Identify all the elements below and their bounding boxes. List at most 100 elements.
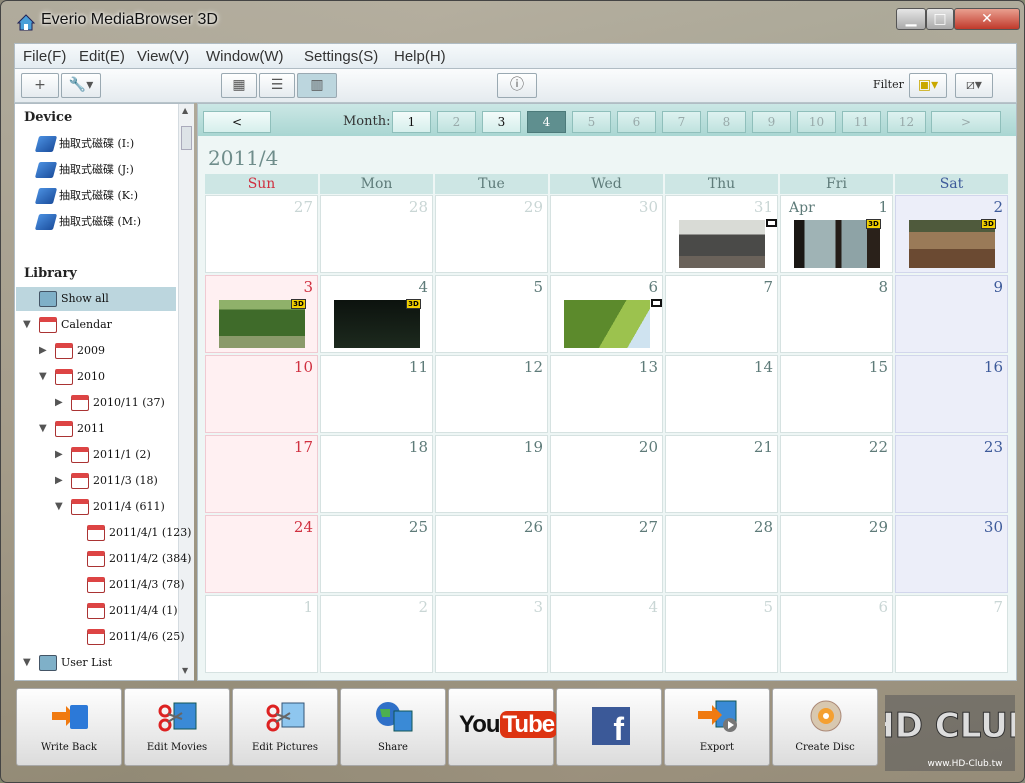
collapse-icon[interactable]: ▼ bbox=[39, 423, 49, 434]
title-bar[interactable]: Everio MediaBrowser 3D ▁ □ ✕ bbox=[1, 1, 1024, 41]
collapse-icon[interactable]: ▼ bbox=[23, 319, 33, 330]
sidebar-item-calendar[interactable]: Calendar bbox=[39, 313, 112, 337]
export-button[interactable]: Export bbox=[664, 688, 770, 766]
add-button[interactable]: + bbox=[21, 73, 59, 98]
edit-pictures-button[interactable]: Edit Pictures bbox=[232, 688, 338, 766]
calendar-day-cell[interactable]: 5 bbox=[665, 595, 778, 673]
next-month-button[interactable]: > bbox=[931, 111, 1001, 133]
calendar-day-cell[interactable]: 6 bbox=[550, 275, 663, 353]
view-grid-button[interactable]: ▦ bbox=[221, 73, 257, 98]
filter-off-button[interactable]: ⧄▾ bbox=[955, 73, 993, 98]
calendar-day-cell[interactable]: 27 bbox=[205, 195, 318, 273]
calendar-day-cell[interactable]: 23 bbox=[895, 435, 1008, 513]
calendar-day-cell[interactable]: 14 bbox=[665, 355, 778, 433]
sidebar-item-device[interactable]: 抽取式磁碟 (M:) bbox=[34, 210, 141, 234]
collapse-icon[interactable]: ▼ bbox=[23, 657, 33, 668]
youtube-button[interactable]: You Tube bbox=[448, 688, 558, 766]
calendar-day-cell[interactable]: 27 bbox=[550, 515, 663, 593]
calendar-day-cell[interactable]: 30 bbox=[895, 515, 1008, 593]
calendar-day-cell[interactable]: 9 bbox=[895, 275, 1008, 353]
calendar-day-cell[interactable]: 4 3D bbox=[320, 275, 433, 353]
calendar-day-cell[interactable]: 7 bbox=[665, 275, 778, 353]
media-thumbnail[interactable] bbox=[564, 299, 662, 348]
menu-item[interactable]: Settings(S) bbox=[304, 48, 378, 65]
month-button[interactable]: 4 bbox=[527, 111, 566, 133]
sidebar-item-calendar[interactable]: 2010 bbox=[55, 365, 105, 389]
facebook-button[interactable]: f bbox=[556, 688, 662, 766]
sidebar-item-calendar[interactable]: 2011 bbox=[55, 417, 105, 441]
calendar-day-cell[interactable]: 5 bbox=[435, 275, 548, 353]
calendar-day-cell[interactable]: 17 bbox=[205, 435, 318, 513]
month-button[interactable]: 1 bbox=[392, 111, 431, 133]
month-button[interactable]: 3 bbox=[482, 111, 521, 133]
calendar-day-cell[interactable]: 29 bbox=[780, 515, 893, 593]
expand-icon[interactable]: ▶ bbox=[39, 345, 49, 356]
sidebar-item-calendar[interactable]: 2011/4/3 (78) bbox=[87, 573, 184, 597]
edit-movies-button[interactable]: Edit Movies bbox=[124, 688, 230, 766]
calendar-day-cell[interactable]: 28 bbox=[665, 515, 778, 593]
sidebar-item-user-list[interactable]: User List bbox=[39, 651, 112, 675]
month-button[interactable]: 9 bbox=[752, 111, 791, 133]
scroll-down-icon[interactable]: ▼ bbox=[182, 666, 188, 675]
expand-icon[interactable]: ▶ bbox=[55, 449, 65, 460]
calendar-day-cell[interactable]: 16 bbox=[895, 355, 1008, 433]
sidebar-item-device[interactable]: 抽取式磁碟 (K:) bbox=[34, 184, 138, 208]
calendar-day-cell[interactable]: 24 bbox=[205, 515, 318, 593]
sidebar-item-calendar[interactable]: 2011/4 (611) bbox=[71, 495, 165, 519]
minimize-button[interactable]: ▁ bbox=[896, 8, 926, 30]
create-disc-button[interactable]: Create Disc bbox=[772, 688, 878, 766]
sidebar-item-calendar[interactable]: 2011/4/6 (25) bbox=[87, 625, 184, 649]
menu-item[interactable]: File(F) bbox=[23, 48, 66, 65]
calendar-day-cell[interactable]: 13 bbox=[550, 355, 663, 433]
calendar-day-cell[interactable]: 12 bbox=[435, 355, 548, 433]
calendar-day-cell[interactable]: 26 bbox=[435, 515, 548, 593]
prev-month-button[interactable]: < bbox=[203, 111, 271, 133]
calendar-day-cell[interactable]: 6 bbox=[780, 595, 893, 673]
tools-menu-button[interactable]: 🔧▾ bbox=[61, 73, 101, 98]
collapse-icon[interactable]: ▼ bbox=[39, 371, 49, 382]
menu-item[interactable]: Help(H) bbox=[394, 48, 446, 65]
calendar-day-cell[interactable]: 30 bbox=[550, 195, 663, 273]
calendar-day-cell[interactable]: 3 bbox=[435, 595, 548, 673]
media-thumbnail[interactable] bbox=[679, 219, 777, 268]
view-list-button[interactable]: ☰ bbox=[259, 73, 295, 98]
close-button[interactable]: ✕ bbox=[954, 8, 1020, 30]
calendar-day-cell[interactable]: 4 bbox=[550, 595, 663, 673]
sidebar-item-calendar[interactable]: 2011/4/4 (1) bbox=[87, 599, 177, 623]
maximize-button[interactable]: □ bbox=[926, 8, 954, 30]
sidebar-item-device[interactable]: 抽取式磁碟 (J:) bbox=[34, 158, 134, 182]
calendar-day-cell[interactable]: 15 bbox=[780, 355, 893, 433]
media-thumbnail[interactable]: 3D bbox=[219, 299, 306, 348]
month-button[interactable]: 11 bbox=[842, 111, 881, 133]
calendar-day-cell[interactable]: 19 bbox=[435, 435, 548, 513]
sidebar-item-calendar[interactable]: 2011/4/2 (384) bbox=[87, 547, 191, 571]
write-back-button[interactable]: Write Back bbox=[16, 688, 122, 766]
collapse-icon[interactable]: ▼ bbox=[55, 501, 65, 512]
view-calendar-button[interactable]: ▥ bbox=[297, 73, 337, 98]
sidebar-item-device[interactable]: 抽取式磁碟 (I:) bbox=[34, 132, 134, 156]
media-thumbnail[interactable]: 3D bbox=[909, 219, 996, 268]
calendar-day-cell[interactable]: 18 bbox=[320, 435, 433, 513]
calendar-day-cell[interactable]: 21 bbox=[665, 435, 778, 513]
calendar-day-cell[interactable]: 1 bbox=[205, 595, 318, 673]
filter-type-button[interactable]: ▣▾ bbox=[909, 73, 947, 98]
sidebar-item-calendar[interactable]: 2011/4/1 (123) bbox=[87, 521, 191, 545]
month-button[interactable]: 10 bbox=[797, 111, 836, 133]
calendar-day-cell[interactable]: 31 bbox=[665, 195, 778, 273]
expand-icon[interactable]: ▶ bbox=[55, 475, 65, 486]
sidebar-item-calendar[interactable]: 2011/3 (18) bbox=[71, 469, 158, 493]
month-button[interactable]: 6 bbox=[617, 111, 656, 133]
calendar-day-cell[interactable]: 28 bbox=[320, 195, 433, 273]
sidebar-item-calendar[interactable]: 2010/11 (37) bbox=[71, 391, 165, 415]
month-button[interactable]: 8 bbox=[707, 111, 746, 133]
share-button[interactable]: Share bbox=[340, 688, 446, 766]
calendar-day-cell[interactable]: 1 Apr 3D bbox=[780, 195, 893, 273]
calendar-day-cell[interactable]: 22 bbox=[780, 435, 893, 513]
media-thumbnail[interactable]: 3D bbox=[794, 219, 881, 268]
sidebar-item-calendar[interactable]: 2011/1 (2) bbox=[71, 443, 151, 467]
info-button[interactable]: ⓘ bbox=[497, 73, 537, 98]
calendar-day-cell[interactable]: 8 bbox=[780, 275, 893, 353]
expand-icon[interactable]: ▶ bbox=[55, 397, 65, 408]
calendar-day-cell[interactable]: 11 bbox=[320, 355, 433, 433]
media-thumbnail[interactable]: 3D bbox=[334, 299, 421, 348]
